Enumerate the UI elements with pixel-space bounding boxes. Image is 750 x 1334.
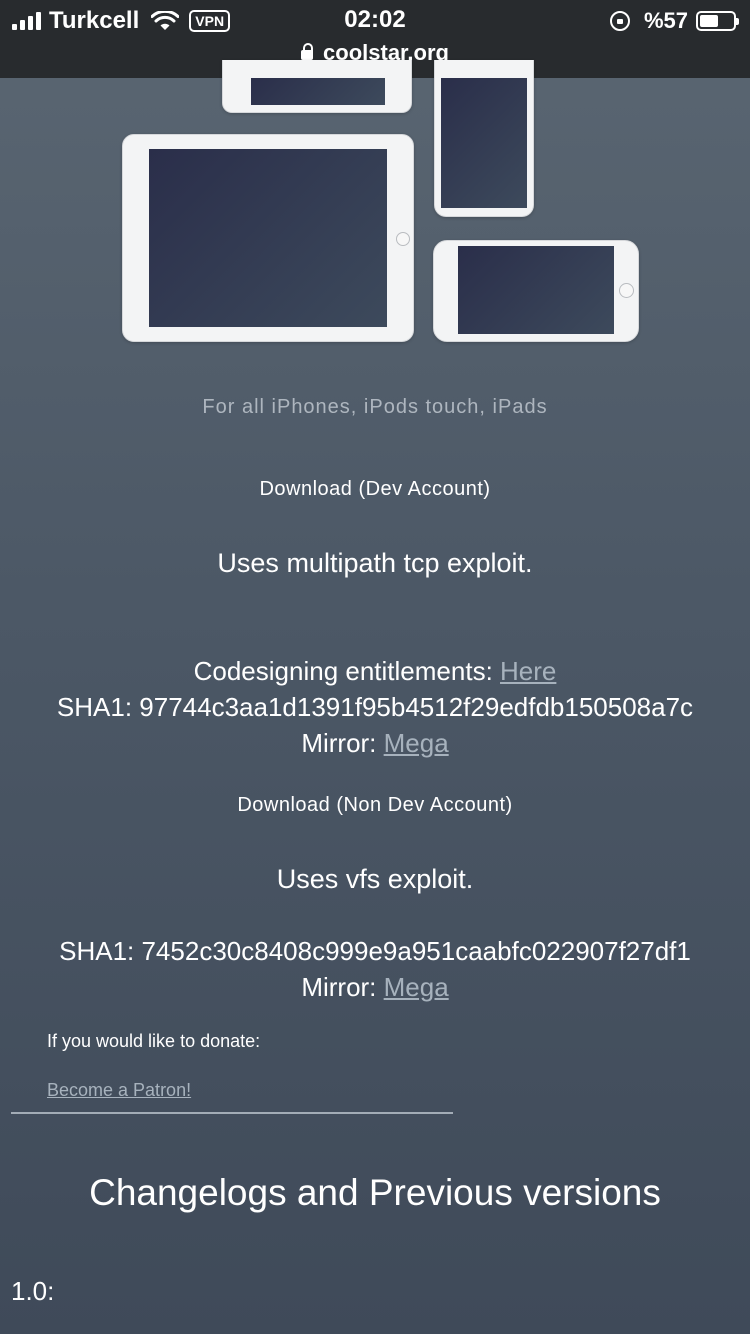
version-label: 1.0: xyxy=(11,1276,55,1306)
nondev-sha1: SHA1: 7452c30c8408c999e9a951caabfc022907… xyxy=(59,936,691,966)
dev-mirror-link[interactable]: Mega xyxy=(384,728,449,758)
device-tablet xyxy=(122,134,414,342)
battery-fill xyxy=(700,15,719,27)
status-right: %57 xyxy=(609,6,739,36)
dev-mirror-row: Mirror: Mega xyxy=(0,728,750,759)
dev-exploit-text: Uses multipath tcp exploit. xyxy=(217,548,533,578)
entitlements-link[interactable]: Here xyxy=(500,656,556,686)
nondev-mirror-link[interactable]: Mega xyxy=(384,972,449,1002)
download-dev-button[interactable]: Download (Dev Account) xyxy=(0,478,750,501)
nondev-exploit-text: Uses vfs exploit. xyxy=(276,864,474,894)
dev-sha1: SHA1: 97744c3aa1d1391f95b4512f29edfdb150… xyxy=(56,692,694,722)
dev-mirror-label: Mirror: xyxy=(301,728,384,758)
divider xyxy=(11,1112,453,1114)
battery-icon xyxy=(696,11,739,31)
download-nondev-button[interactable]: Download (Non Dev Account) xyxy=(0,794,750,817)
device-phone-landscape xyxy=(433,240,639,342)
device-caption: For all iPhones, iPods touch, iPads xyxy=(202,396,548,418)
changelog-heading: Changelogs and Previous versions xyxy=(89,1172,661,1213)
device-landscape-top xyxy=(222,60,412,113)
nondev-mirror-row: Mirror: Mega xyxy=(0,972,750,1003)
orientation-lock-icon xyxy=(609,11,630,31)
entitlements-row: Codesigning entitlements: Here xyxy=(0,656,750,687)
padlock-icon xyxy=(301,43,314,60)
entitlements-label: Codesigning entitlements: xyxy=(193,656,501,686)
battery-percent: %57 xyxy=(643,8,688,33)
patron-link[interactable]: Become a Patron! xyxy=(47,1080,191,1101)
donate-text: If you would like to donate: xyxy=(47,1031,261,1051)
device-phone-portrait xyxy=(434,60,534,217)
nondev-mirror-label: Mirror: xyxy=(301,972,384,1002)
